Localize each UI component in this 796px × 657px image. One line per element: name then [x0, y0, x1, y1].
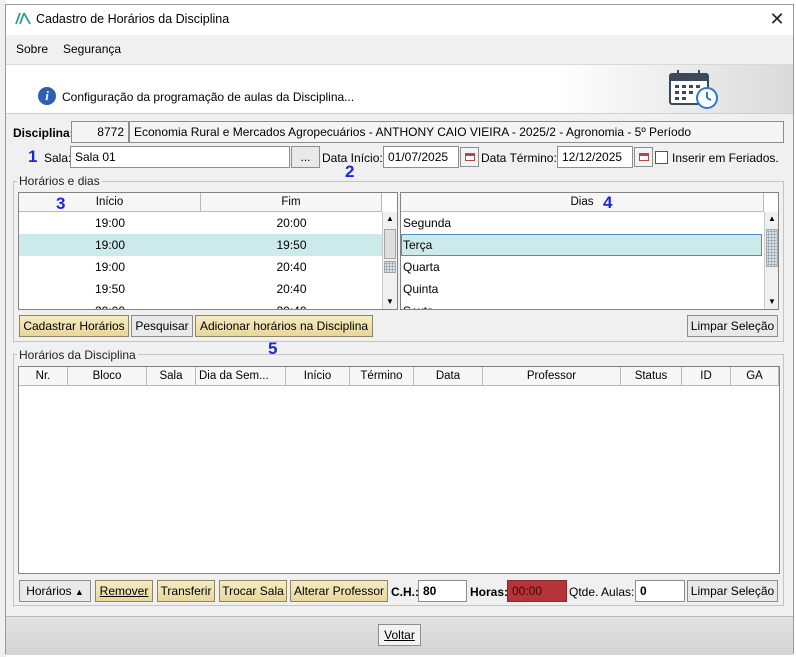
- sala-browse-button[interactable]: ...: [291, 146, 320, 168]
- sala-label: Sala:: [44, 151, 72, 165]
- table-row[interactable]: 19:50 20:40: [19, 278, 382, 300]
- table-row[interactable]: 19:00 20:40: [19, 256, 382, 278]
- col-header-bloco[interactable]: Bloco: [68, 367, 147, 386]
- menu-bar: [6, 36, 793, 62]
- data-termino-input[interactable]: 12/12/2025: [557, 146, 633, 168]
- list-item[interactable]: Quinta: [403, 278, 763, 300]
- horarios-grid: Início Fim 19:00 20:00 19:00 19:50 19:00…: [18, 192, 398, 310]
- alterar-professor-button[interactable]: Alterar Professor: [290, 580, 388, 602]
- scroll-down-arrow-icon[interactable]: ▼: [765, 295, 778, 309]
- dias-scrollbar[interactable]: ▲ ▼: [764, 212, 778, 309]
- col-header-inicio[interactable]: Início: [19, 193, 201, 212]
- horarios-scrollbar[interactable]: ▲ ▼: [382, 212, 397, 309]
- annotation-2: 2: [345, 162, 355, 181]
- feriados-label: Inserir em Feriados.: [672, 151, 779, 165]
- disciplina-name-field: Economia Rural e Mercados Agropecuários …: [129, 121, 784, 143]
- pesquisar-button[interactable]: Pesquisar: [131, 315, 193, 337]
- scroll-up-arrow-icon[interactable]: ▲: [383, 212, 397, 226]
- scroll-thumb-grip[interactable]: [384, 261, 396, 273]
- ch-label: C.H.:: [391, 585, 419, 599]
- col-header-inicio[interactable]: Início: [286, 367, 350, 386]
- ch-value-field: 80: [418, 580, 467, 602]
- menu-sobre[interactable]: Sobre: [16, 42, 48, 56]
- info-icon: i: [38, 87, 56, 105]
- col-header-professor[interactable]: Professor: [483, 367, 621, 386]
- limpar-selecao-bottom-button[interactable]: Limpar Seleção: [687, 580, 778, 602]
- cell-fim: 20:40: [201, 300, 382, 309]
- limpar-selecao-horarios-button[interactable]: Limpar Seleção: [687, 315, 778, 337]
- sala-input[interactable]: Sala 01: [70, 146, 290, 168]
- data-inicio-calendar-icon[interactable]: [460, 147, 479, 167]
- data-termino-label: Data Término:: [481, 151, 557, 165]
- table-row[interactable]: 19:00 20:00: [19, 212, 382, 234]
- cell-fim: 20:40: [276, 282, 307, 296]
- scroll-down-arrow-icon[interactable]: ▼: [383, 295, 397, 309]
- menu-seguranca[interactable]: Segurança: [63, 42, 121, 56]
- col-header-data[interactable]: Data: [414, 367, 483, 386]
- horarios-dropdown-label: Horários: [26, 584, 72, 598]
- data-inicio-input[interactable]: 01/07/2025: [383, 146, 459, 168]
- qtde-aulas-field: 0: [635, 580, 685, 602]
- scroll-up-arrow-icon[interactable]: ▲: [765, 212, 778, 226]
- list-item[interactable]: Sexta: [403, 300, 763, 309]
- dias-grid: Dias Segunda Terça Quarta Quinta Sexta ▲…: [400, 192, 779, 310]
- cell-inicio: 19:00: [94, 238, 126, 252]
- horarios-group-title: Horários e dias: [17, 174, 102, 188]
- qtde-aulas-label: Qtde. Aulas:: [569, 585, 635, 599]
- col-header-status[interactable]: Status: [621, 367, 682, 386]
- col-header-id[interactable]: ID: [682, 367, 731, 386]
- transferir-button[interactable]: Transferir: [157, 580, 215, 602]
- cadastrar-horarios-button[interactable]: Cadastrar Horários: [19, 315, 129, 337]
- app-logo-icon: [15, 12, 31, 25]
- window-title: Cadastro de Horários da Disciplina: [36, 12, 230, 26]
- disciplina-code-field: 8772: [71, 121, 129, 143]
- col-header-termino[interactable]: Término: [350, 367, 414, 386]
- list-item[interactable]: Quarta: [403, 256, 763, 278]
- col-header-ga[interactable]: GA: [731, 367, 779, 386]
- annotation-1: 1: [28, 147, 38, 166]
- table-row-selected[interactable]: 19:00 19:50: [19, 234, 382, 256]
- cell-inicio: 20:00: [19, 300, 201, 309]
- cell-fim: 19:50: [276, 238, 307, 252]
- horarios-disciplina-table: Nr. Bloco Sala Dia da Sem... Início Térm…: [18, 366, 780, 574]
- col-header-fim[interactable]: Fim: [201, 193, 382, 212]
- cell-fim: 20:00: [276, 216, 307, 230]
- cell-fim: 20:40: [276, 260, 307, 274]
- col-header-dia-semana[interactable]: Dia da Sem...: [196, 367, 286, 386]
- cell-inicio: 19:00: [94, 260, 126, 274]
- close-icon[interactable]: ✕: [764, 7, 790, 31]
- horas-label: Horas:: [470, 585, 509, 599]
- caret-up-icon: ▲: [74, 587, 84, 597]
- annotation-4: 4: [603, 193, 613, 212]
- trocar-sala-button[interactable]: Trocar Sala: [219, 580, 287, 602]
- cell-inicio: 19:50: [94, 282, 126, 296]
- header-text: Configuração da programação de aulas da …: [62, 90, 355, 104]
- data-termino-calendar-icon[interactable]: [634, 147, 653, 167]
- cell-inicio: 19:00: [94, 216, 126, 230]
- adicionar-horarios-button[interactable]: Adicionar horários na Disciplina: [195, 315, 373, 337]
- list-item[interactable]: Segunda: [403, 212, 763, 234]
- col-header-sala[interactable]: Sala: [147, 367, 196, 386]
- list-item-selected[interactable]: Terça: [401, 234, 762, 256]
- scroll-thumb[interactable]: [766, 229, 778, 267]
- col-header-nr[interactable]: Nr.: [19, 367, 68, 386]
- annotation-3: 3: [56, 194, 66, 213]
- disciplina-group-title: Horários da Disciplina: [17, 348, 138, 362]
- scroll-thumb[interactable]: [384, 229, 396, 259]
- feriados-checkbox[interactable]: [655, 151, 668, 164]
- disciplina-label: Disciplina:: [13, 126, 74, 140]
- remover-button[interactable]: Remover: [95, 580, 153, 602]
- voltar-button[interactable]: Voltar: [378, 624, 421, 646]
- col-header-dias[interactable]: Dias: [401, 193, 764, 212]
- horarios-dropdown-button[interactable]: Horários ▲: [19, 580, 91, 602]
- calendar-clock-icon: [669, 70, 718, 109]
- horas-value-field: 00:00: [507, 580, 567, 602]
- table-row[interactable]: 20:00 20:40: [19, 300, 382, 309]
